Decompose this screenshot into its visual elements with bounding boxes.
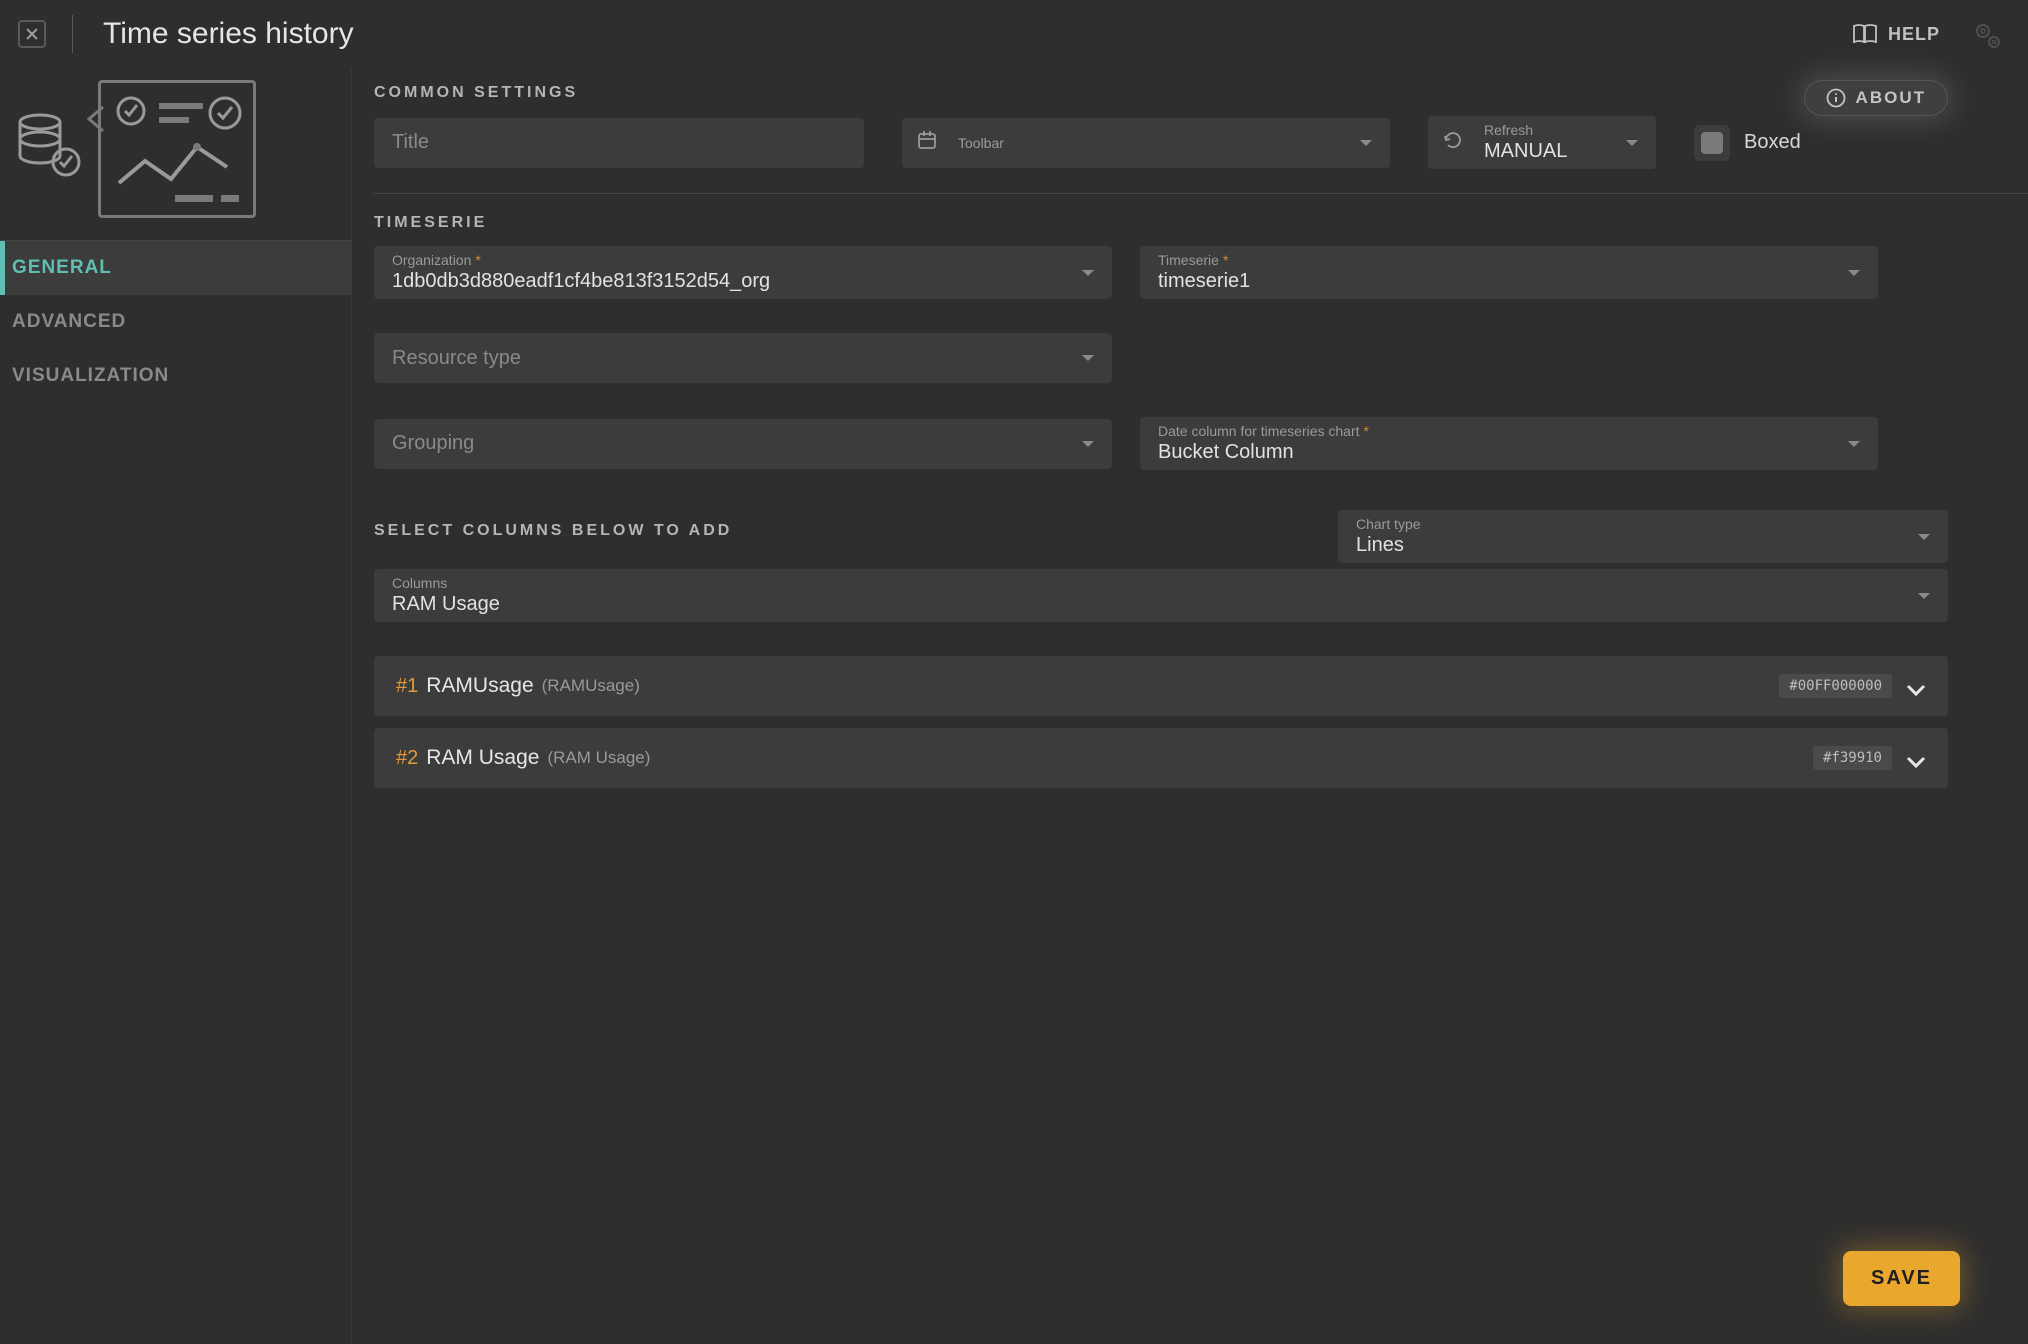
columns-heading: SELECT COLUMNS BELOW TO ADD xyxy=(374,522,1338,540)
help-label: HELP xyxy=(1888,24,1940,45)
divider xyxy=(374,193,2028,194)
refresh-icon xyxy=(1442,129,1464,157)
chart-type-value: Lines xyxy=(1356,534,1930,557)
sidebar-tab-visualization[interactable]: VISUALIZATION xyxy=(0,349,351,403)
organization-select[interactable]: Organization* 1db0db3d880eadf1cf4be813f3… xyxy=(374,246,1112,299)
columns-select[interactable]: Columns RAM Usage xyxy=(374,569,1948,622)
chevron-down-icon xyxy=(1918,593,1930,599)
chevron-down-icon xyxy=(1906,756,1926,768)
header: Time series history HELP xyxy=(0,0,2028,68)
column-subname: (RAMUsage) xyxy=(542,676,640,696)
expand-column-button[interactable] xyxy=(1906,680,1926,692)
chevron-down-icon xyxy=(1082,270,1094,276)
date-column-value: Bucket Column xyxy=(1158,441,1860,464)
column-item-1: #1 RAMUsage (RAMUsage) #00FF000000 xyxy=(374,656,1948,716)
boxed-checkbox[interactable] xyxy=(1694,125,1730,161)
title-placeholder: Title xyxy=(392,131,846,154)
date-column-label: Date column for timeseries chart* xyxy=(1158,423,1860,439)
boxed-label: Boxed xyxy=(1744,131,1801,154)
date-column-select[interactable]: Date column for timeseries chart* Bucket… xyxy=(1140,417,1878,470)
page-title: Time series history xyxy=(103,17,354,51)
grouping-placeholder: Grouping xyxy=(392,432,1094,455)
timeserie-select[interactable]: Timeserie* timeserie1 xyxy=(1140,246,1878,299)
calendar-icon xyxy=(916,129,938,157)
gears-icon xyxy=(1972,20,2004,58)
column-name: RAMUsage xyxy=(426,674,533,698)
chevron-down-icon xyxy=(1626,140,1638,146)
close-button[interactable] xyxy=(18,20,46,48)
save-button[interactable]: SAVE xyxy=(1843,1251,1960,1306)
sidebar-tabs: GENERAL ADVANCED VISUALIZATION xyxy=(0,240,351,403)
chart-thumb-icon xyxy=(98,80,256,218)
chevron-down-icon xyxy=(1848,441,1860,447)
refresh-select[interactable]: Refresh MANUAL xyxy=(1428,116,1656,169)
resource-type-select[interactable]: Resource type xyxy=(374,333,1112,383)
timeserie-heading: TIMESERIE xyxy=(374,214,1948,232)
save-label: SAVE xyxy=(1871,1267,1932,1289)
boxed-toggle[interactable]: Boxed xyxy=(1694,125,1801,161)
column-index: #1 xyxy=(396,675,418,698)
sidebar-tab-label: VISUALIZATION xyxy=(12,365,169,386)
grouping-select[interactable]: Grouping xyxy=(374,419,1112,469)
columns-value: RAM Usage xyxy=(392,593,1930,616)
column-item-2: #2 RAM Usage (RAM Usage) #f39910 xyxy=(374,728,1948,788)
toolbar-label: Toolbar xyxy=(958,135,1372,151)
vertical-separator xyxy=(72,15,73,53)
chart-type-label: Chart type xyxy=(1356,516,1930,532)
close-icon xyxy=(24,26,40,42)
sidebar-tab-label: GENERAL xyxy=(12,257,112,278)
refresh-value: MANUAL xyxy=(1484,140,1638,163)
sidebar-tab-label: ADVANCED xyxy=(12,311,126,332)
organization-value: 1db0db3d880eadf1cf4be813f3152d54_org xyxy=(392,270,1094,293)
chevron-down-icon xyxy=(1360,140,1372,146)
column-subname: (RAM Usage) xyxy=(547,748,650,768)
chevron-down-icon xyxy=(1918,534,1930,540)
help-book-icon xyxy=(1852,23,1878,45)
column-index: #2 xyxy=(396,747,418,770)
refresh-label: Refresh xyxy=(1484,122,1638,138)
title-input[interactable]: Title xyxy=(374,118,864,168)
database-icon xyxy=(16,110,82,188)
sidebar: GENERAL ADVANCED VISUALIZATION xyxy=(0,68,352,1344)
chevron-down-icon xyxy=(1082,441,1094,447)
timeserie-label: Timeserie* xyxy=(1158,252,1860,268)
sidebar-tab-advanced[interactable]: ADVANCED xyxy=(0,295,351,349)
chevron-down-icon xyxy=(1848,270,1860,276)
main: GENERAL ADVANCED VISUALIZATION COMMON SE… xyxy=(0,68,2028,1344)
organization-label: Organization* xyxy=(392,252,1094,268)
common-settings-heading: COMMON SETTINGS xyxy=(374,84,1948,102)
chevron-down-icon xyxy=(1082,355,1094,361)
help-link[interactable]: HELP xyxy=(1852,23,1940,45)
settings-panel: COMMON SETTINGS Title Toolbar Refresh MA… xyxy=(352,68,2028,1344)
columns-label: Columns xyxy=(392,575,1930,591)
column-name: RAM Usage xyxy=(426,746,539,770)
resource-type-placeholder: Resource type xyxy=(392,347,1094,370)
chart-type-select[interactable]: Chart type Lines xyxy=(1338,510,1948,563)
checkbox-inner xyxy=(1701,132,1723,154)
widget-preview xyxy=(0,68,351,240)
timeserie-value: timeserie1 xyxy=(1158,270,1860,293)
column-color-badge: #00FF000000 xyxy=(1779,674,1892,698)
sidebar-tab-general[interactable]: GENERAL xyxy=(0,241,351,295)
chevron-down-icon xyxy=(1906,684,1926,696)
expand-column-button[interactable] xyxy=(1906,752,1926,764)
column-color-badge: #f39910 xyxy=(1813,746,1892,770)
toolbar-select[interactable]: Toolbar xyxy=(902,118,1390,168)
